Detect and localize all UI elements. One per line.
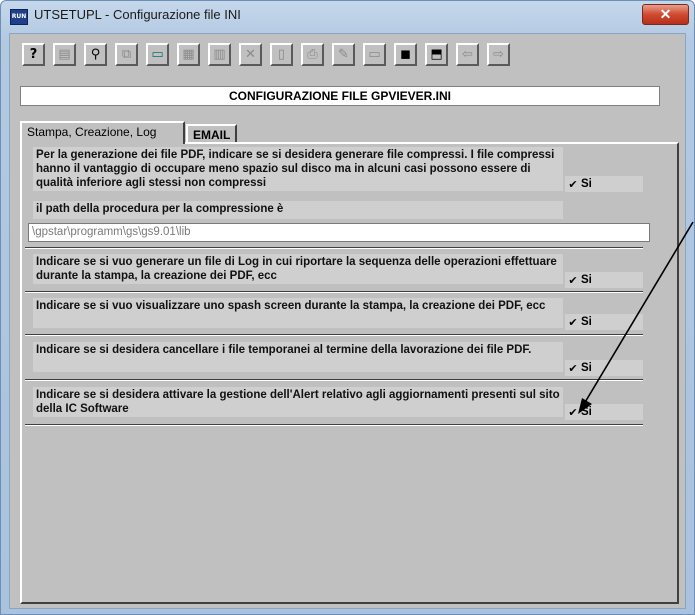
divider [25, 379, 643, 381]
edit-button[interactable]: ✎ [332, 43, 355, 66]
temp-check-label: Si [581, 362, 592, 374]
preview-button[interactable]: ▯ [270, 43, 293, 66]
splash-checkbox[interactable]: ✔ Si [565, 314, 643, 330]
app-icon: RUN [10, 9, 28, 25]
form-button[interactable]: ▭ [363, 43, 386, 66]
page-title: CONFIGURAZIONE FILE GPVIEVER.INI [20, 86, 660, 106]
splash-description: Indicare se si vuo visualizzare uno spas… [33, 298, 563, 328]
compress-check-label: Si [581, 178, 592, 190]
copy-button[interactable]: ⧉ [115, 43, 138, 66]
monitor-button[interactable]: ▭ [146, 43, 169, 66]
help-button[interactable]: ? [22, 43, 45, 66]
divider [25, 424, 643, 426]
temp-checkbox[interactable]: ✔ Si [565, 360, 643, 376]
properties-icon: ▤ [58, 47, 71, 62]
back-icon: ⇦ [462, 47, 473, 62]
tab-email[interactable]: EMAIL [186, 124, 238, 143]
compress-description: Per la generazione dei file PDF, indicar… [33, 147, 563, 191]
window-title: UTSETUPL - Configurazione file INI [34, 7, 241, 22]
form-icon: ▭ [368, 47, 381, 62]
tab-stampa-creazione-log[interactable]: Stampa, Creazione, Log [20, 121, 185, 144]
forward-icon: ⇨ [493, 47, 504, 62]
log-description: Indicare se si vuo generare un file di L… [33, 254, 563, 284]
divider [25, 334, 643, 336]
path-label: il path della procedura per la compressi… [33, 201, 563, 219]
compress-checkbox[interactable]: ✔ Si [565, 176, 643, 192]
toolbar: ? ▤ ⚲ ⧉ ▭ ▦ ▥ ✕ ▯ ⎙ ✎ ▭ ▪ ⬒ ⇦ ⇨ [12, 43, 582, 70]
checkmark-icon: ✔ [568, 274, 578, 287]
compression-path-field[interactable]: \gpstar\programm\gs\gs9.01\lib [28, 223, 650, 242]
find-icon: ⚲ [90, 47, 101, 62]
divider [25, 247, 643, 249]
alert-checkbox[interactable]: ✔ Si [565, 404, 643, 420]
print-button[interactable]: ⎙ [301, 43, 324, 66]
grid-button[interactable]: ▥ [208, 43, 231, 66]
grid-icon: ▥ [213, 47, 226, 62]
alert-description: Indicare se si desidera attivare la gest… [33, 387, 563, 417]
properties-button[interactable]: ▤ [53, 43, 76, 66]
checkmark-icon: ✔ [568, 178, 578, 191]
open-folder-button[interactable]: ⬒ [425, 43, 448, 66]
paste-button[interactable]: ▦ [177, 43, 200, 66]
title-bar[interactable]: RUN UTSETUPL - Configurazione file INI ✕ [1, 1, 694, 33]
close-button[interactable]: ✕ [642, 4, 689, 25]
help-icon: ? [29, 47, 38, 62]
monitor-icon: ▭ [151, 47, 164, 62]
log-check-label: Si [581, 274, 592, 286]
forward-button[interactable]: ⇨ [487, 43, 510, 66]
checkmark-icon: ✔ [568, 406, 578, 419]
delete-icon: ✕ [245, 47, 256, 62]
checkmark-icon: ✔ [568, 316, 578, 329]
find-button[interactable]: ⚲ [84, 43, 107, 66]
print-icon: ⎙ [307, 47, 318, 62]
splash-check-label: Si [581, 316, 592, 328]
back-button[interactable]: ⇦ [456, 43, 479, 66]
paste-icon: ▦ [182, 47, 195, 62]
alert-check-label: Si [581, 406, 592, 418]
checkmark-icon: ✔ [568, 362, 578, 375]
edit-icon: ✎ [338, 47, 349, 62]
divider [25, 291, 643, 293]
log-checkbox[interactable]: ✔ Si [565, 272, 643, 288]
copy-icon: ⧉ [121, 47, 132, 62]
delete-button[interactable]: ✕ [239, 43, 262, 66]
save-icon: ▪ [399, 44, 412, 64]
save-button[interactable]: ▪ [394, 43, 417, 66]
preview-icon: ▯ [277, 47, 286, 62]
open-folder-icon: ⬒ [430, 47, 443, 62]
temp-description: Indicare se si desidera cancellare i fil… [33, 342, 563, 372]
